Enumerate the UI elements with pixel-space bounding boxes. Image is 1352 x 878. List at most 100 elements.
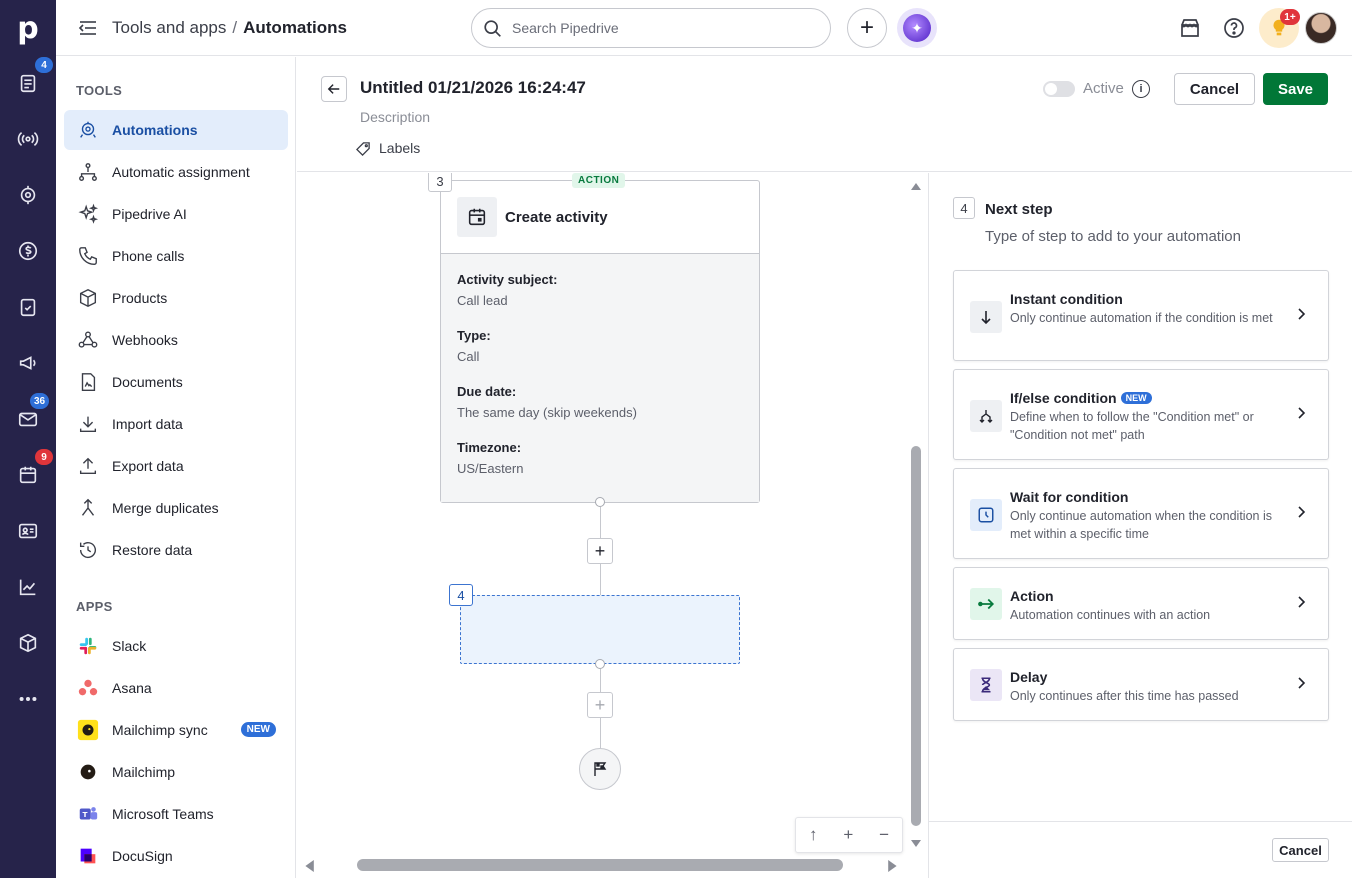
- rail-activities[interactable]: [8, 287, 48, 327]
- back-button[interactable]: [321, 76, 347, 102]
- option-description: Only continues after this time has passe…: [1010, 689, 1239, 703]
- search-input[interactable]: Search Pipedrive: [471, 8, 831, 48]
- option-title-text: Action: [1010, 588, 1054, 604]
- add-step-button[interactable]: +: [587, 538, 613, 564]
- option-description: Automation continues with an action: [1010, 608, 1211, 622]
- option-description: Define when to follow the "Condition met…: [1010, 410, 1254, 442]
- marketplace-button[interactable]: [1178, 16, 1202, 40]
- automation-canvas[interactable]: Create activity Activity subject: Call l…: [297, 173, 927, 878]
- scroll-right-icon[interactable]: [887, 860, 899, 872]
- rail-insights[interactable]: [8, 567, 48, 607]
- sidebar-item-microsoft-teams[interactable]: T Microsoft Teams: [64, 794, 288, 834]
- breadcrumb-current: Automations: [243, 18, 347, 37]
- broadcast-icon: [17, 131, 39, 147]
- breadcrumb-parent[interactable]: Tools and apps: [112, 18, 226, 37]
- scroll-up-icon[interactable]: [910, 181, 922, 191]
- step-card-create-activity[interactable]: Create activity Activity subject: Call l…: [440, 180, 760, 503]
- quick-add-button[interactable]: +: [847, 8, 887, 48]
- fit-up-icon[interactable]: ↑: [809, 825, 818, 845]
- option-if-else-condition[interactable]: If/else condition NEW Define when to foll…: [953, 369, 1329, 460]
- box-icon: [79, 288, 97, 308]
- sidebar-item-asana[interactable]: Asana: [64, 668, 288, 708]
- mailchimp-icon: [80, 764, 96, 780]
- sidebar-item-docusign[interactable]: DocuSign: [64, 836, 288, 876]
- connector-line: [600, 718, 601, 748]
- sidebar-item-export-data[interactable]: Export data: [64, 446, 288, 486]
- option-action[interactable]: Action Automation continues with an acti…: [953, 567, 1329, 640]
- webhook-icon: [78, 331, 98, 348]
- vertical-scroll-thumb[interactable]: [911, 446, 921, 826]
- new-step-placeholder[interactable]: [460, 595, 740, 664]
- sidebar-item-mailchimp[interactable]: Mailchimp: [64, 752, 288, 792]
- active-toggle[interactable]: [1043, 81, 1075, 97]
- scroll-down-icon[interactable]: [910, 839, 922, 849]
- horizontal-scroll-thumb[interactable]: [357, 859, 843, 871]
- sidebar-item-webhooks[interactable]: Webhooks: [64, 320, 288, 360]
- clock-icon: [970, 499, 1002, 531]
- megaphone-icon: [19, 356, 36, 370]
- scroll-left-icon[interactable]: [303, 860, 315, 872]
- option-wait-for-condition[interactable]: Wait for condition Only continue automat…: [953, 468, 1329, 559]
- arrow-left-icon: [327, 84, 340, 94]
- avatar[interactable]: [1305, 12, 1337, 44]
- rail-campaigns-megaphone[interactable]: [8, 343, 48, 383]
- step-number: 4: [449, 584, 473, 606]
- sidebar-item-label: DocuSign: [112, 848, 173, 864]
- rail-contacts[interactable]: [8, 511, 48, 551]
- help-button[interactable]: [1222, 16, 1246, 40]
- option-title-text: If/else condition: [1010, 390, 1117, 406]
- rail-projects[interactable]: [8, 175, 48, 215]
- rail-campaigns[interactable]: [8, 119, 48, 159]
- chevron-right-icon: [1298, 677, 1306, 689]
- field-label: Activity subject:: [457, 272, 558, 287]
- option-delay[interactable]: Delay Only continues after this time has…: [953, 648, 1329, 721]
- option-instant-condition[interactable]: Instant condition Only continue automati…: [953, 270, 1329, 361]
- branch-icon: [970, 400, 1002, 432]
- sidebar-item-label: Restore data: [112, 542, 193, 558]
- sidebar-item-documents[interactable]: Documents: [64, 362, 288, 402]
- labels-button[interactable]: Labels: [356, 140, 420, 156]
- apps-section-title: APPS: [76, 599, 113, 614]
- chevron-right-icon: [1298, 308, 1306, 320]
- new-badge: NEW: [240, 722, 276, 737]
- active-label: Active: [1083, 80, 1124, 97]
- rail-products[interactable]: [8, 623, 48, 663]
- save-button[interactable]: Save: [1263, 73, 1328, 105]
- connector-dot: [595, 497, 605, 507]
- cancel-button[interactable]: Cancel: [1174, 73, 1255, 105]
- vertical-scrollbar[interactable]: [910, 181, 922, 853]
- sidebar-item-products[interactable]: Products: [64, 278, 288, 318]
- teams-icon: T: [79, 807, 98, 820]
- sidebar-item-restore-data[interactable]: Restore data: [64, 530, 288, 570]
- plus-icon: +: [594, 540, 606, 561]
- zoom-in-icon[interactable]: +: [843, 825, 853, 845]
- info-icon[interactable]: i: [1132, 80, 1150, 98]
- description-field[interactable]: Description: [360, 109, 430, 125]
- sidebar-item-merge-duplicates[interactable]: Merge duplicates: [64, 488, 288, 528]
- sidebar-item-slack[interactable]: Slack: [64, 626, 288, 666]
- panel-cancel-button[interactable]: Cancel: [1272, 838, 1329, 862]
- pipedrive-logo[interactable]: p: [8, 8, 48, 48]
- sidebar-item-mailchimp-sync[interactable]: Mailchimp sync NEW: [64, 710, 288, 750]
- arrow-down-icon: [970, 301, 1002, 333]
- add-step-button[interactable]: +: [587, 692, 613, 718]
- ai-assistant-button[interactable]: ✦: [897, 8, 937, 48]
- automation-header: Untitled 01/21/2026 16:24:47 Description…: [297, 57, 1352, 172]
- sidebar-item-phone-calls[interactable]: Phone calls: [64, 236, 288, 276]
- labels-label: Labels: [379, 140, 421, 156]
- search-placeholder: Search Pipedrive: [512, 20, 619, 36]
- option-title-text: Wait for condition: [1010, 489, 1129, 505]
- sidebar-item-pipedrive-ai[interactable]: Pipedrive AI: [64, 194, 288, 234]
- tools-section-title: TOOLS: [76, 83, 123, 98]
- rail-more[interactable]: [8, 679, 48, 719]
- collapse-menu-icon[interactable]: [78, 18, 98, 38]
- sidebar-item-automatic-assignment[interactable]: Automatic assignment: [64, 152, 288, 192]
- sidebar-item-import-data[interactable]: Import data: [64, 404, 288, 444]
- breadcrumb-separator: /: [232, 18, 238, 37]
- action-arrow-icon: [970, 588, 1002, 620]
- sidebar-item-label: Export data: [112, 458, 184, 474]
- rail-deals[interactable]: [8, 231, 48, 271]
- sidebar-item-automations[interactable]: Automations: [64, 110, 288, 150]
- zoom-out-icon[interactable]: −: [879, 825, 889, 845]
- automation-title[interactable]: Untitled 01/21/2026 16:24:47: [360, 78, 586, 98]
